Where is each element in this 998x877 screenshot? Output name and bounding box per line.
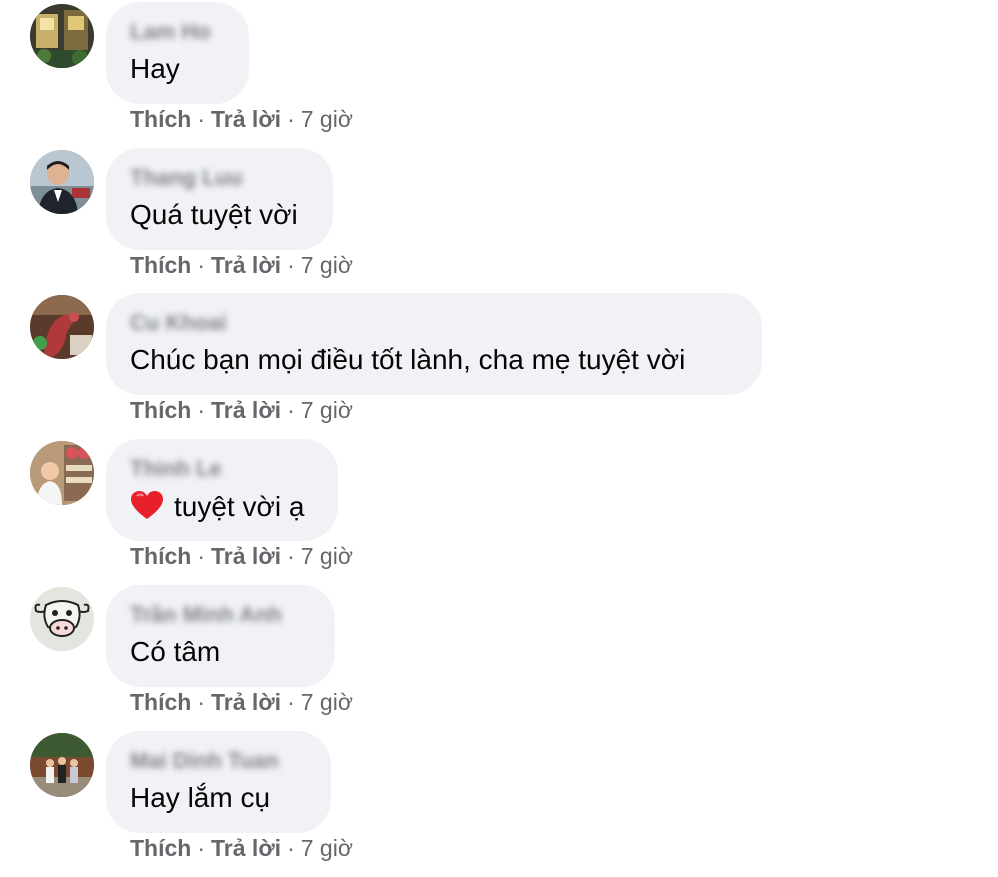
separator: · — [197, 689, 206, 715]
like-button[interactable]: Thích — [130, 835, 191, 861]
author-name[interactable]: Trần Minh Anh — [130, 602, 282, 628]
comment-text: Hay lắm cụ — [130, 782, 271, 813]
comment-item: Thinh Le tuyệt vời ạ Thích · Trả lời · 7 giờ — [0, 439, 998, 585]
avatar[interactable] — [30, 733, 94, 797]
author-name[interactable]: Lam Ho — [130, 19, 211, 45]
comment-text: Chúc bạn mọi điều tốt lành, cha mẹ tuyệt… — [130, 344, 686, 375]
reply-button[interactable]: Trả lời — [211, 397, 281, 423]
comment-actions: Thích · Trả lời · 7 giờ — [130, 397, 353, 424]
reply-button[interactable]: Trả lời — [211, 835, 281, 861]
comment-actions: Thích · Trả lời · 7 giờ — [130, 543, 353, 570]
timestamp[interactable]: 7 giờ — [301, 252, 353, 278]
comment-actions: Thích · Trả lời · 7 giờ — [130, 106, 353, 133]
like-button[interactable]: Thích — [130, 106, 191, 132]
timestamp[interactable]: 7 giờ — [301, 106, 353, 132]
heart-icon — [130, 490, 164, 527]
timestamp[interactable]: 7 giờ — [301, 397, 353, 423]
like-button[interactable]: Thích — [130, 543, 191, 569]
timestamp[interactable]: 7 giờ — [301, 689, 353, 715]
separator: · — [197, 106, 206, 132]
separator: · — [287, 689, 295, 715]
like-button[interactable]: Thích — [130, 689, 191, 715]
comment-bubble: Thinh Le tuyệt vời ạ — [106, 439, 338, 541]
separator: · — [287, 397, 295, 423]
comment-item: Trần Minh Anh Có tâm Thích · Trả lời · 7 giờ — [0, 585, 998, 731]
comment-bubble: Cu Khoai Chúc bạn mọi điều tốt lành, cha… — [106, 293, 762, 395]
separator: · — [197, 397, 206, 423]
separator: · — [197, 835, 206, 861]
separator: · — [197, 252, 206, 278]
avatar[interactable] — [30, 4, 94, 68]
comment-item: Lam Ho Hay Thích · Trả lời · 7 giờ — [0, 2, 998, 148]
avatar[interactable] — [30, 441, 94, 505]
avatar[interactable] — [30, 295, 94, 359]
author-name[interactable]: Mai Dinh Tuan — [130, 748, 279, 774]
separator: · — [287, 252, 295, 278]
reply-button[interactable]: Trả lời — [211, 543, 281, 569]
timestamp[interactable]: 7 giờ — [301, 543, 353, 569]
author-name[interactable]: Cu Khoai — [130, 310, 227, 336]
comment-actions: Thích · Trả lời · 7 giờ — [130, 252, 353, 279]
comment-actions: Thích · Trả lời · 7 giờ — [130, 835, 353, 862]
comment-text-body: tuyệt vời ạ — [174, 491, 305, 522]
avatar[interactable] — [30, 587, 94, 651]
author-name[interactable]: Thinh Le — [130, 456, 222, 482]
timestamp[interactable]: 7 giờ — [301, 835, 353, 861]
comment-item: Cu Khoai Chúc bạn mọi điều tốt lành, cha… — [0, 293, 998, 439]
reply-button[interactable]: Trả lời — [211, 689, 281, 715]
comment-actions: Thích · Trả lời · 7 giờ — [130, 689, 353, 716]
separator: · — [287, 543, 295, 569]
comment-text: tuyệt vời ạ — [130, 490, 304, 527]
separator: · — [287, 835, 295, 861]
comment-bubble: Trần Minh Anh Có tâm — [106, 585, 335, 687]
reply-button[interactable]: Trả lời — [211, 252, 281, 278]
separator: · — [287, 106, 295, 132]
comment-bubble: Thang Luu Quá tuyệt vời — [106, 148, 333, 250]
comment-bubble: Lam Ho Hay — [106, 2, 249, 104]
like-button[interactable]: Thích — [130, 397, 191, 423]
author-name[interactable]: Thang Luu — [130, 165, 242, 191]
comment-item: Thang Luu Quá tuyệt vời Thích · Trả lời · 7 … — [0, 148, 998, 294]
comment-bubble: Mai Dinh Tuan Hay lắm cụ — [106, 731, 331, 833]
comment-item: Mai Dinh Tuan Hay lắm cụ Thích · Trả lời · 7… — [0, 731, 998, 877]
avatar[interactable] — [30, 150, 94, 214]
reply-button[interactable]: Trả lời — [211, 106, 281, 132]
comment-text: Có tâm — [130, 636, 221, 667]
comment-text: Quá tuyệt vời — [130, 199, 298, 230]
like-button[interactable]: Thích — [130, 252, 191, 278]
comment-text: Hay — [130, 53, 180, 84]
separator: · — [197, 543, 206, 569]
